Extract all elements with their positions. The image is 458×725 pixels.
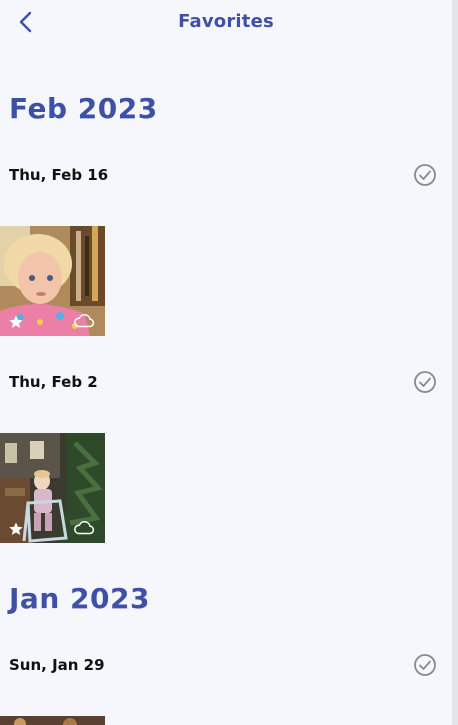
cloud-icon <box>74 313 95 328</box>
top-app-bar: Favorites <box>0 0 452 44</box>
month-header: Jan 2023 <box>9 582 150 615</box>
star-icon <box>9 522 23 535</box>
day-row: Thu, Feb 16 <box>0 160 452 190</box>
day-label: Sun, Jan 29 <box>9 656 105 674</box>
photo-thumbnail[interactable] <box>0 226 105 336</box>
check-circle-icon[interactable] <box>413 653 437 677</box>
day-row: Sun, Jan 29 <box>0 650 452 680</box>
photo-thumbnail[interactable] <box>0 716 105 725</box>
check-circle-icon[interactable] <box>413 163 437 187</box>
scrollbar[interactable] <box>452 0 458 725</box>
photo-thumbnail[interactable] <box>0 433 105 543</box>
cloud-icon <box>74 520 95 535</box>
photo-image <box>0 716 105 725</box>
month-header: Feb 2023 <box>9 92 158 125</box>
day-row: Thu, Feb 2 <box>0 367 452 397</box>
day-label: Thu, Feb 16 <box>9 166 109 184</box>
page-title: Favorites <box>178 11 274 32</box>
star-icon <box>9 315 23 328</box>
day-label: Thu, Feb 2 <box>9 373 98 391</box>
check-circle-icon[interactable] <box>413 370 437 394</box>
